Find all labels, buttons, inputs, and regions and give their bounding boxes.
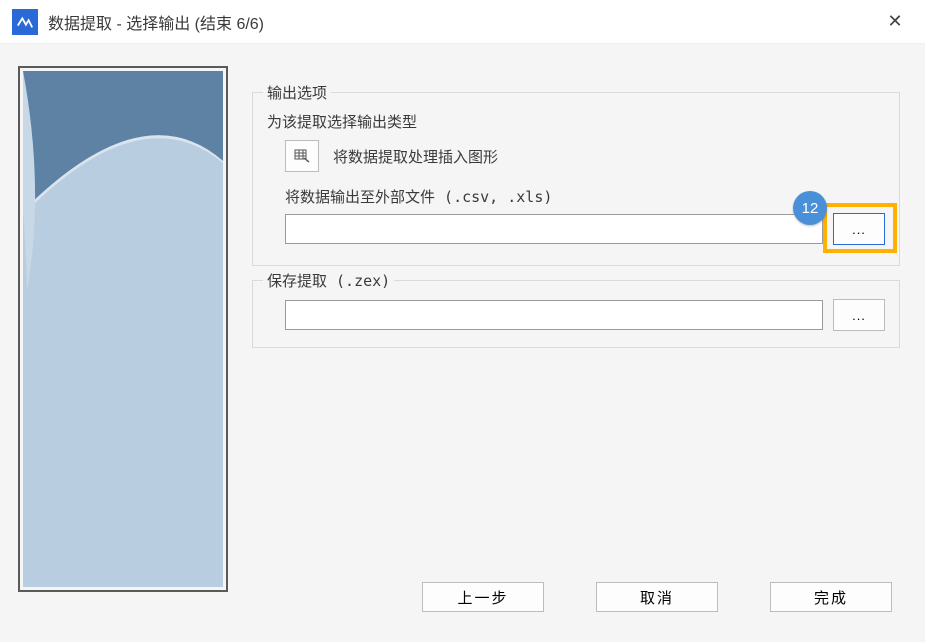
output-options-subtitle: 为该提取选择输出类型	[267, 111, 885, 132]
external-file-row: ...	[285, 213, 885, 245]
close-icon: ✕	[887, 11, 902, 32]
step-badge: 12	[793, 191, 827, 225]
wizard-footer: 上一步 取消 完成	[252, 582, 900, 612]
close-button[interactable]: ✕	[875, 4, 915, 40]
app-icon	[12, 9, 38, 35]
external-file-input[interactable]	[285, 214, 823, 244]
back-button[interactable]: 上一步	[422, 582, 544, 612]
preview-panel	[18, 66, 228, 592]
save-extraction-group: 保存提取 (.zex) ...	[252, 280, 900, 348]
save-extraction-title: 保存提取 (.zex)	[263, 270, 394, 291]
insert-graphic-label: 将数据提取处理插入图形	[333, 146, 498, 167]
insert-graphic-button[interactable]	[285, 140, 319, 172]
output-options-group: 输出选项 为该提取选择输出类型 将数据提取处理插入图形 将数据输出	[252, 92, 900, 266]
cancel-button[interactable]: 取消	[596, 582, 718, 612]
save-extraction-input[interactable]	[285, 300, 823, 330]
save-extraction-browse-button[interactable]: ...	[833, 299, 885, 331]
finish-button[interactable]: 完成	[770, 582, 892, 612]
external-file-browse-button[interactable]: ...	[833, 213, 885, 245]
table-insert-icon	[294, 148, 310, 164]
insert-graphic-row: 将数据提取处理插入图形	[285, 140, 885, 172]
window-title: 数据提取 - 选择输出 (结束 6/6)	[48, 10, 875, 34]
dialog-body: 输出选项 为该提取选择输出类型 将数据提取处理插入图形 将数据输出	[0, 44, 925, 642]
save-extraction-row: ...	[285, 299, 885, 331]
output-options-title: 输出选项	[263, 82, 331, 103]
main-content: 输出选项 为该提取选择输出类型 将数据提取处理插入图形 将数据输出	[252, 92, 900, 362]
preview-image	[23, 71, 223, 587]
titlebar: 数据提取 - 选择输出 (结束 6/6) ✕	[0, 0, 925, 44]
